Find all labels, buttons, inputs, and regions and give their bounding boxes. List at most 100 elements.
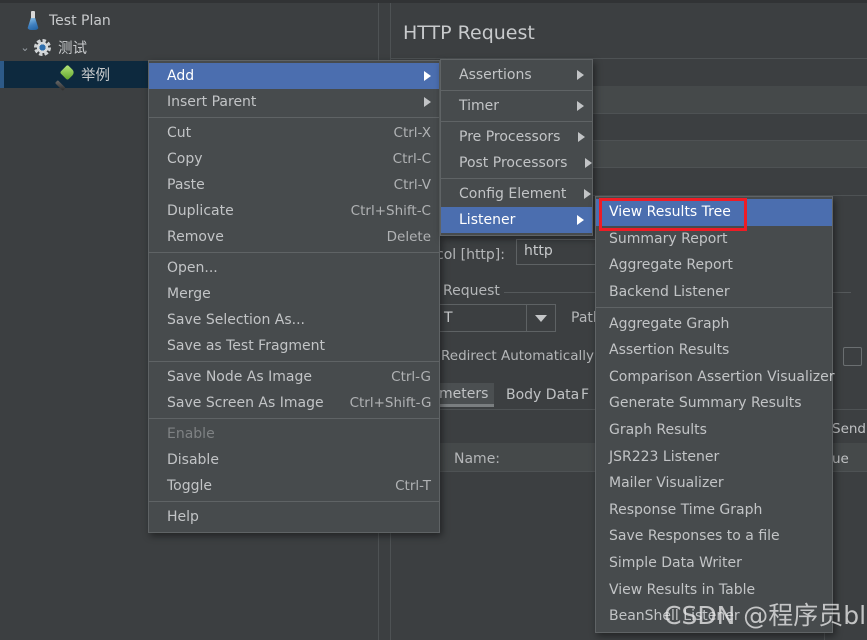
chevron-down-icon[interactable] (526, 305, 555, 331)
menu-item-shortcut: Delete (386, 229, 431, 245)
menu-item-cut[interactable]: Cut Ctrl-X (149, 120, 439, 146)
menu-item-save-node-as-image[interactable]: Save Node As Image Ctrl-G (149, 364, 439, 390)
menu-item-remove[interactable]: Remove Delete (149, 224, 439, 250)
menu-item-label: Open... (167, 260, 218, 276)
menu-item-graph-results[interactable]: Graph Results (596, 417, 832, 444)
tree-node-ceshi[interactable]: ⌄ 测试 (0, 34, 378, 61)
menu-item-label: Insert Parent (167, 94, 257, 110)
menu-item-mailer-visualizer[interactable]: Mailer Visualizer (596, 470, 832, 497)
protocol-label: col [http]: (436, 247, 505, 263)
tree-node-label: Test Plan (49, 12, 111, 29)
tree-node-test-plan[interactable]: Test Plan (0, 7, 378, 34)
tree-node-label: 测试 (58, 41, 87, 57)
method-value: T (444, 310, 453, 326)
watermark-text: CSDN @程序员bling (664, 601, 867, 630)
add-submenu[interactable]: Assertions Timer Pre Processors Post Proces… (440, 59, 593, 236)
menu-item-label: Disable (167, 452, 219, 468)
menu-item-assertions[interactable]: Assertions (441, 62, 592, 88)
menu-item-add[interactable]: Add (149, 63, 439, 89)
name-column-header: Name: (454, 451, 501, 467)
menu-item-save-selection-as[interactable]: Save Selection As... (149, 307, 439, 333)
menu-item-shortcut: Ctrl-C (392, 151, 431, 167)
menu-item-pre-processors[interactable]: Pre Processors (441, 124, 592, 150)
dropper-icon (54, 66, 74, 84)
menu-item-label: View Results Tree (609, 204, 731, 221)
menu-item-label: Graph Results (609, 422, 707, 439)
menu-separator (149, 361, 439, 362)
menu-item-toggle[interactable]: Toggle Ctrl-T (149, 473, 439, 499)
tree-context-menu[interactable]: Add Insert Parent Cut Ctrl-X Copy Ctrl-C Paste… (148, 60, 440, 533)
menu-item-aggregate-report[interactable]: Aggregate Report (596, 252, 832, 279)
menu-item-merge[interactable]: Merge (149, 281, 439, 307)
menu-item-paste[interactable]: Paste Ctrl-V (149, 172, 439, 198)
tab-files-upload[interactable]: F (581, 387, 589, 403)
menu-item-label: Assertion Results (609, 342, 730, 359)
send-parameters-label: Send (832, 421, 867, 437)
menu-item-shortcut: Ctrl+Shift-C (350, 203, 431, 219)
menu-item-label: Aggregate Report (609, 257, 733, 274)
menu-item-label: Backend Listener (609, 284, 730, 301)
chevron-right-icon (584, 189, 592, 199)
request-group-title: Request (439, 283, 504, 299)
menu-item-response-time-graph[interactable]: Response Time Graph (596, 497, 832, 524)
menu-item-save-screen-as-image[interactable]: Save Screen As Image Ctrl+Shift-G (149, 390, 439, 416)
menu-item-aggregate-graph[interactable]: Aggregate Graph (596, 310, 832, 337)
tree-node-label: 举例 (81, 68, 110, 84)
menu-item-disable[interactable]: Disable (149, 447, 439, 473)
tab-parameters[interactable]: meters (433, 383, 495, 407)
menu-item-label: Save Node As Image (167, 369, 312, 385)
value-column-header: ue (832, 451, 849, 467)
menu-item-shortcut: Ctrl-X (393, 125, 431, 141)
menu-item-label: Duplicate (167, 203, 234, 219)
menu-item-shortcut: Ctrl+Shift-G (349, 395, 432, 411)
flask-icon (24, 11, 42, 30)
menu-item-view-results-tree[interactable]: View Results Tree (596, 199, 832, 226)
menu-item-label: Aggregate Graph (609, 315, 730, 332)
menu-item-comparison-assertion-visualizer[interactable]: Comparison Assertion Visualizer (596, 364, 834, 391)
tab-body-data[interactable]: Body Data (506, 387, 579, 403)
menu-item-timer[interactable]: Timer (441, 93, 592, 119)
menu-item-save-as-test-fragment[interactable]: Save as Test Fragment (149, 333, 439, 359)
menu-item-label: Summary Report (609, 230, 728, 247)
followredirects-checkbox[interactable] (843, 347, 862, 366)
menu-item-summary-report[interactable]: Summary Report (596, 226, 832, 253)
menu-item-label: Save Selection As... (167, 312, 306, 328)
menu-separator (149, 418, 439, 419)
chevron-down-icon[interactable]: ⌄ (16, 39, 34, 57)
menu-item-label: Toggle (167, 478, 213, 494)
menu-item-save-responses-to-a-file[interactable]: Save Responses to a file (596, 523, 832, 550)
menu-item-simple-data-writer[interactable]: Simple Data Writer (596, 550, 832, 577)
menu-item-assertion-results[interactable]: Assertion Results (596, 337, 832, 364)
menu-item-open[interactable]: Open... (149, 255, 439, 281)
menu-item-label: Paste (167, 177, 205, 193)
path-label: Patl (571, 310, 597, 326)
menu-item-label: Copy (167, 151, 203, 167)
page-title: HTTP Request (403, 22, 535, 44)
menu-item-copy[interactable]: Copy Ctrl-C (149, 146, 439, 172)
menu-item-post-processors[interactable]: Post Processors (441, 150, 593, 176)
menu-item-config-element[interactable]: Config Element (441, 181, 592, 207)
menu-item-label: Pre Processors (459, 129, 561, 145)
menu-item-label: Help (167, 509, 199, 525)
menu-item-insert-parent[interactable]: Insert Parent (149, 89, 439, 115)
menu-item-generate-summary-results[interactable]: Generate Summary Results (596, 390, 832, 417)
redirect-automatically-label: Redirect Automatically (441, 348, 594, 364)
method-combobox[interactable]: T (436, 304, 556, 332)
listener-submenu[interactable]: View Results Tree Summary Report Aggregate… (595, 196, 834, 633)
menu-item-label: Post Processors (459, 155, 568, 171)
menu-item-jsr223-listener[interactable]: JSR223 Listener (596, 443, 832, 470)
menu-separator (441, 121, 592, 122)
chevron-right-icon (578, 132, 586, 142)
menu-item-help[interactable]: Help (149, 504, 439, 530)
menu-item-label: Save Screen As Image (167, 395, 324, 411)
menu-separator (596, 307, 832, 309)
menu-item-duplicate[interactable]: Duplicate Ctrl+Shift-C (149, 198, 439, 224)
menu-separator (441, 178, 592, 179)
menu-item-shortcut: Ctrl-V (393, 177, 431, 193)
chevron-right-icon (577, 101, 584, 111)
menu-item-listener[interactable]: Listener (441, 207, 592, 233)
menu-item-label: Assertions (459, 67, 532, 83)
menu-item-backend-listener[interactable]: Backend Listener (596, 279, 832, 306)
chevron-right-icon (577, 215, 584, 225)
menu-item-enable: Enable (149, 421, 439, 447)
